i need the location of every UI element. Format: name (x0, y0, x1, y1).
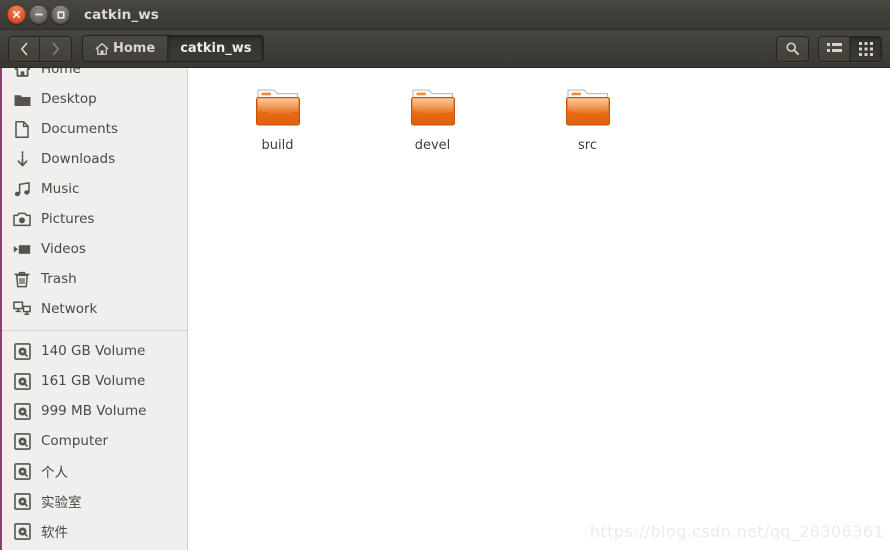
sidebar-item-label: 140 GB Volume (41, 343, 146, 359)
drive-icon (13, 342, 31, 360)
sidebar-item-label: Music (41, 181, 80, 197)
drive-icon (13, 372, 31, 390)
breadcrumb: Home catkin_ws (82, 35, 265, 62)
trash-icon (13, 270, 31, 288)
camera-icon (13, 210, 31, 228)
sidebar-item-label: 实验室 (41, 495, 82, 511)
sidebar-item-geren[interactable]: 个人 (2, 456, 187, 486)
window-body: Home Desktop Documents Downloads Music P… (0, 68, 890, 550)
sidebar-item-label: Pictures (41, 211, 95, 227)
sidebar-separator (2, 330, 187, 331)
sidebar-item-volume-999mb[interactable]: 999 MB Volume (2, 396, 187, 426)
file-name-label: devel (414, 138, 451, 153)
sidebar-item-shiyanshi[interactable]: 实验室 (2, 486, 187, 516)
sidebar-item-trash[interactable]: Trash (2, 264, 187, 294)
sidebar-item-label: 161 GB Volume (41, 373, 146, 389)
file-item-build[interactable]: build (200, 82, 355, 161)
sidebar-item-label: Desktop (41, 91, 97, 107)
title-bar: catkin_ws (0, 0, 890, 30)
sidebar-item-label: Downloads (41, 151, 116, 167)
view-mode-buttons (818, 35, 882, 62)
folder-icon (410, 86, 456, 132)
drive-icon (13, 462, 31, 480)
drive-icon (13, 432, 31, 450)
grid-view-button[interactable] (850, 36, 881, 61)
window-title: catkin_ws (84, 6, 159, 23)
sidebar-item-music[interactable]: Music (2, 174, 187, 204)
toolbar: Home catkin_ws (0, 30, 890, 68)
sidebar-item-videos[interactable]: Videos (2, 234, 187, 264)
close-window-button[interactable] (7, 5, 26, 24)
grid-view-icon (858, 41, 873, 56)
chevron-right-icon (52, 42, 60, 55)
drive-icon (13, 402, 31, 420)
sidebar-item-label: Documents (41, 121, 118, 137)
breadcrumb-label: catkin_ws (180, 41, 252, 56)
search-button-group (776, 35, 809, 62)
document-icon (13, 120, 31, 138)
breadcrumb-item-catkin-ws[interactable]: catkin_ws (168, 36, 264, 61)
sidebar-item-label: Network (41, 301, 98, 317)
icon-grid: build devel src (188, 68, 890, 161)
video-icon (13, 240, 31, 258)
file-item-devel[interactable]: devel (355, 82, 510, 161)
sidebar-item-network[interactable]: Network (2, 294, 187, 324)
sidebar-item-label: Home (41, 68, 81, 77)
search-icon (786, 42, 800, 56)
sidebar-item-volume-161gb[interactable]: 161 GB Volume (2, 366, 187, 396)
home-icon (13, 68, 31, 78)
sidebar-item-label: 软件 (41, 525, 68, 541)
drive-icon (13, 492, 31, 510)
chevron-left-icon (20, 42, 27, 55)
maximize-window-button[interactable] (51, 5, 70, 24)
back-button[interactable] (9, 36, 40, 61)
close-icon (12, 10, 21, 19)
file-list-area[interactable]: build devel src https://blog.csdn.net/qq… (188, 68, 890, 550)
sidebar-item-label: Computer (41, 433, 109, 449)
sidebar[interactable]: Home Desktop Documents Downloads Music P… (0, 68, 188, 550)
sidebar-item-volume-140gb[interactable]: 140 GB Volume (2, 336, 187, 366)
home-icon (95, 42, 109, 55)
minus-icon (34, 13, 43, 16)
sidebar-item-label: 999 MB Volume (41, 403, 147, 419)
sidebar-item-home[interactable]: Home (2, 68, 187, 84)
list-view-button[interactable] (819, 36, 850, 61)
folder-icon (565, 86, 611, 132)
navigation-buttons (8, 35, 72, 62)
drive-icon (13, 522, 31, 540)
folder-icon (255, 86, 301, 132)
sidebar-item-label: 个人 (41, 465, 68, 481)
folder-icon (13, 90, 31, 108)
sidebar-item-computer[interactable]: Computer (2, 426, 187, 456)
breadcrumb-item-home[interactable]: Home (83, 36, 169, 61)
file-name-label: build (261, 138, 294, 153)
sidebar-item-documents[interactable]: Documents (2, 114, 187, 144)
list-view-icon (826, 43, 842, 52)
breadcrumb-label: Home (113, 41, 156, 56)
forward-button[interactable] (40, 36, 71, 61)
square-icon (56, 10, 65, 19)
download-icon (13, 150, 31, 168)
search-button[interactable] (777, 36, 808, 61)
sidebar-item-label: Trash (41, 271, 77, 287)
sidebar-item-desktop[interactable]: Desktop (2, 84, 187, 114)
sidebar-scroll-area: Home Desktop Documents Downloads Music P… (2, 68, 187, 546)
file-item-src[interactable]: src (510, 82, 665, 161)
sidebar-item-pictures[interactable]: Pictures (2, 204, 187, 234)
music-icon (13, 180, 31, 198)
file-manager-window: catkin_ws Home catkin_ws Home Desktop Do… (0, 0, 890, 550)
network-icon (13, 300, 31, 318)
minimize-window-button[interactable] (29, 5, 48, 24)
file-name-label: src (578, 138, 597, 153)
watermark-text: https://blog.csdn.net/qq_28306361 (589, 522, 884, 541)
sidebar-item-downloads[interactable]: Downloads (2, 144, 187, 174)
sidebar-item-label: Videos (41, 241, 86, 257)
sidebar-item-ruanjian[interactable]: 软件 (2, 516, 187, 546)
